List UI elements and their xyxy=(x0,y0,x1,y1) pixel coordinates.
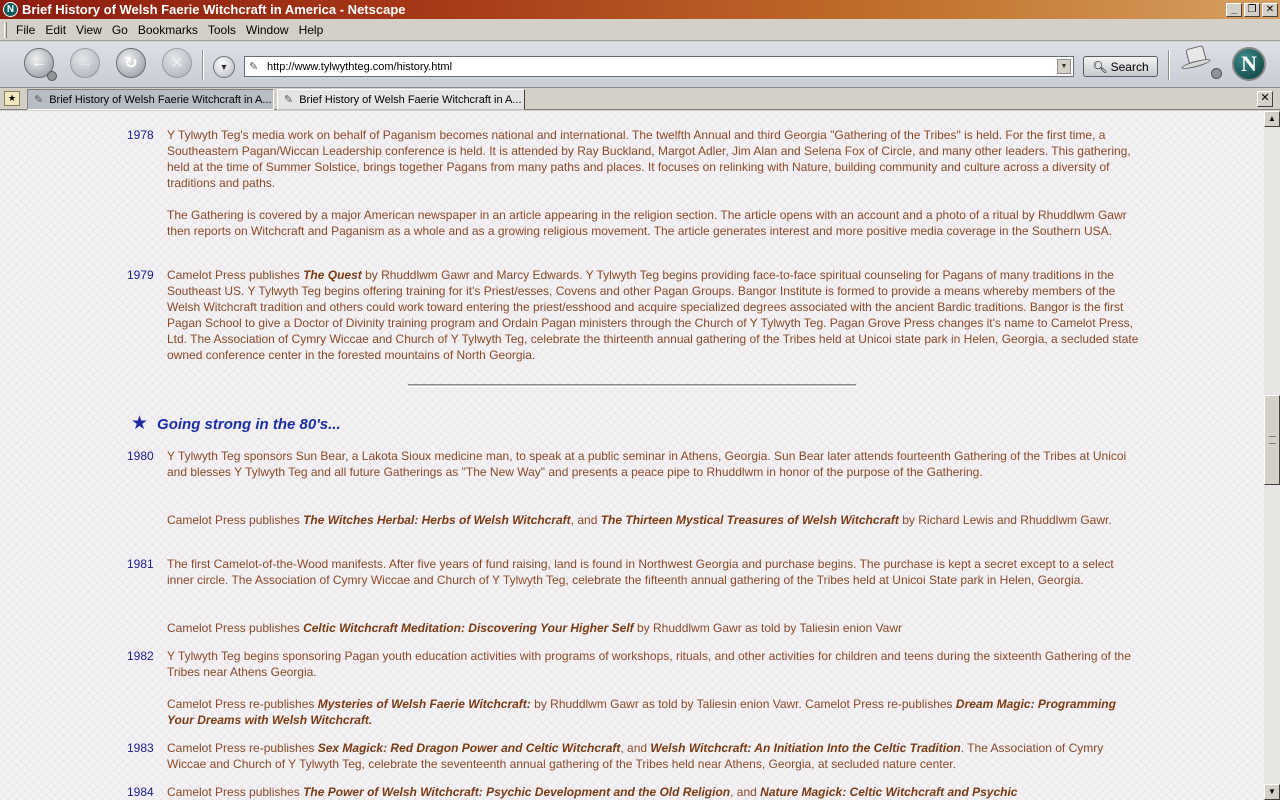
entry-paragraph: Y Tylwyth Teg begins sponsoring Pagan yo… xyxy=(167,649,1131,679)
year-label: 1983 xyxy=(127,741,154,755)
book-title: The Quest xyxy=(303,268,362,282)
menu-grip xyxy=(4,21,7,38)
page-icon: ✎ xyxy=(34,94,44,106)
book-title: Mysteries of Welsh Faerie Witchcraft: xyxy=(317,697,531,711)
page-icon: ✎ xyxy=(249,61,259,73)
year-label: 1984 xyxy=(127,785,154,799)
hat-dropdown[interactable] xyxy=(1211,68,1222,79)
minimize-button[interactable]: _ xyxy=(1226,2,1242,17)
tab-bar: ★ ✎ Brief History of Welsh Faerie Witchc… xyxy=(0,88,1280,110)
url-history-dropdown[interactable]: ▼ xyxy=(213,56,235,78)
menu-view[interactable]: View xyxy=(71,23,107,37)
url-bar[interactable]: ✎ ▼ xyxy=(244,56,1074,77)
entry-paragraph: Camelot Press re-publishes Sex Magick: R… xyxy=(167,741,1104,771)
vertical-scrollbar[interactable]: ▲ ▼ xyxy=(1264,111,1280,800)
search-button[interactable]: 🔍︎ Search xyxy=(1083,56,1158,77)
menu-bookmarks[interactable]: Bookmarks xyxy=(133,23,203,37)
netscape-logo[interactable]: N xyxy=(1232,47,1266,81)
back-arrow-icon: ← xyxy=(31,54,47,71)
entry-paragraph: The Gathering is covered by a major Amer… xyxy=(167,208,1127,238)
netscape-app-icon[interactable]: N xyxy=(3,2,18,17)
search-button-label: Search xyxy=(1110,59,1149,74)
entry-paragraph: Y Tylwyth Teg sponsors Sun Bear, a Lakot… xyxy=(167,449,1127,479)
back-history-dropdown[interactable] xyxy=(47,71,57,81)
year-label: 1979 xyxy=(127,268,154,282)
entry-paragraph: The first Camelot-of-the-Wood manifests.… xyxy=(167,557,1114,587)
menu-file[interactable]: File xyxy=(11,23,40,37)
scroll-thumb[interactable] xyxy=(1264,395,1280,485)
hat-icon[interactable] xyxy=(1180,44,1212,72)
menu-go[interactable]: Go xyxy=(107,23,133,37)
window-title: Brief History of Welsh Faerie Witchcraft… xyxy=(22,2,406,17)
menu-help[interactable]: Help xyxy=(294,23,329,37)
menu-bar: File Edit View Go Bookmarks Tools Window… xyxy=(0,19,1280,41)
book-title: Sex Magick: Red Dragon Power and Celtic … xyxy=(317,741,621,755)
horizontal-rule xyxy=(408,384,856,387)
close-tab-button[interactable]: ✕ xyxy=(1257,91,1273,107)
entry-paragraph: Camelot Press publishes The Witches Herb… xyxy=(167,513,1112,527)
url-dropdown-button[interactable]: ▼ xyxy=(1057,59,1071,74)
back-button[interactable]: ← xyxy=(24,48,57,81)
toolbar-separator xyxy=(1168,50,1170,80)
forward-button[interactable]: → xyxy=(70,48,100,78)
scroll-up-button[interactable]: ▲ xyxy=(1264,111,1280,127)
stop-button[interactable]: ✕ xyxy=(162,48,192,78)
entry-paragraph: Camelot Press publishes Celtic Witchcraf… xyxy=(167,621,903,635)
year-label: 1980 xyxy=(127,449,154,463)
reload-icon: ↻ xyxy=(124,55,138,72)
toolbar-separator xyxy=(202,50,204,80)
forward-arrow-icon: → xyxy=(77,54,93,71)
restore-button[interactable]: ❐ xyxy=(1244,2,1260,17)
book-title: Celtic Witchcraft Meditation: Discoverin… xyxy=(303,621,634,635)
url-input[interactable] xyxy=(267,60,1057,73)
star-icon: ★ xyxy=(131,413,149,434)
section-title: Going strong in the 80's... xyxy=(157,415,341,433)
book-title: The Power of Welsh Witchcraft: Psychic D… xyxy=(303,785,731,799)
stop-icon: ✕ xyxy=(170,55,184,72)
tab-history-2[interactable]: ✎ Brief History of Welsh Faerie Witchcra… xyxy=(277,89,525,110)
entry-paragraph: Camelot Press re-publishes Mysteries of … xyxy=(167,697,1116,727)
close-window-button[interactable]: ✕ xyxy=(1262,2,1278,17)
year-label: 1978 xyxy=(127,128,154,142)
scroll-down-button[interactable]: ▼ xyxy=(1264,784,1280,800)
section-heading: ★ Going strong in the 80's... xyxy=(131,413,341,434)
chevron-down-icon: ▼ xyxy=(219,62,229,72)
tab-history-1[interactable]: ✎ Brief History of Welsh Faerie Witchcra… xyxy=(27,89,274,110)
entry-paragraph: Camelot Press publishes The Power of Wel… xyxy=(167,785,1018,799)
tab-label: Brief History of Welsh Faerie Witchcraft… xyxy=(299,93,522,106)
reload-button[interactable]: ↻ xyxy=(116,48,146,78)
page-icon: ✎ xyxy=(284,94,294,106)
title-bar: N Brief History of Welsh Faerie Witchcra… xyxy=(0,0,1280,19)
new-tab-icon[interactable]: ★ xyxy=(4,91,20,106)
page-content[interactable]: 1978 Y Tylwyth Teg's media work on behal… xyxy=(0,111,1264,800)
menu-tools[interactable]: Tools xyxy=(203,23,241,37)
book-title: The Witches Herbal: Herbs of Welsh Witch… xyxy=(303,513,571,527)
entry-paragraph: Y Tylwyth Teg's media work on behalf of … xyxy=(167,128,1131,190)
menu-window[interactable]: Window xyxy=(241,23,294,37)
magnifier-icon: 🔍︎ xyxy=(1092,59,1108,74)
year-label: 1982 xyxy=(127,649,154,663)
entry-paragraph: Camelot Press publishes The Quest by Rhu… xyxy=(167,268,1139,362)
year-label: 1981 xyxy=(127,557,154,571)
book-title: Nature Magick: Celtic Witchcraft and Psy… xyxy=(760,785,1018,799)
book-title: Welsh Witchcraft: An Initiation Into the… xyxy=(650,741,961,755)
tab-label: Brief History of Welsh Faerie Witchcraft… xyxy=(49,93,272,106)
menu-edit[interactable]: Edit xyxy=(40,23,71,37)
book-title: The Thirteen Mystical Treasures of Welsh… xyxy=(600,513,899,527)
book-title: Dream Magic: Programming Your Dreams wit… xyxy=(167,697,1116,727)
